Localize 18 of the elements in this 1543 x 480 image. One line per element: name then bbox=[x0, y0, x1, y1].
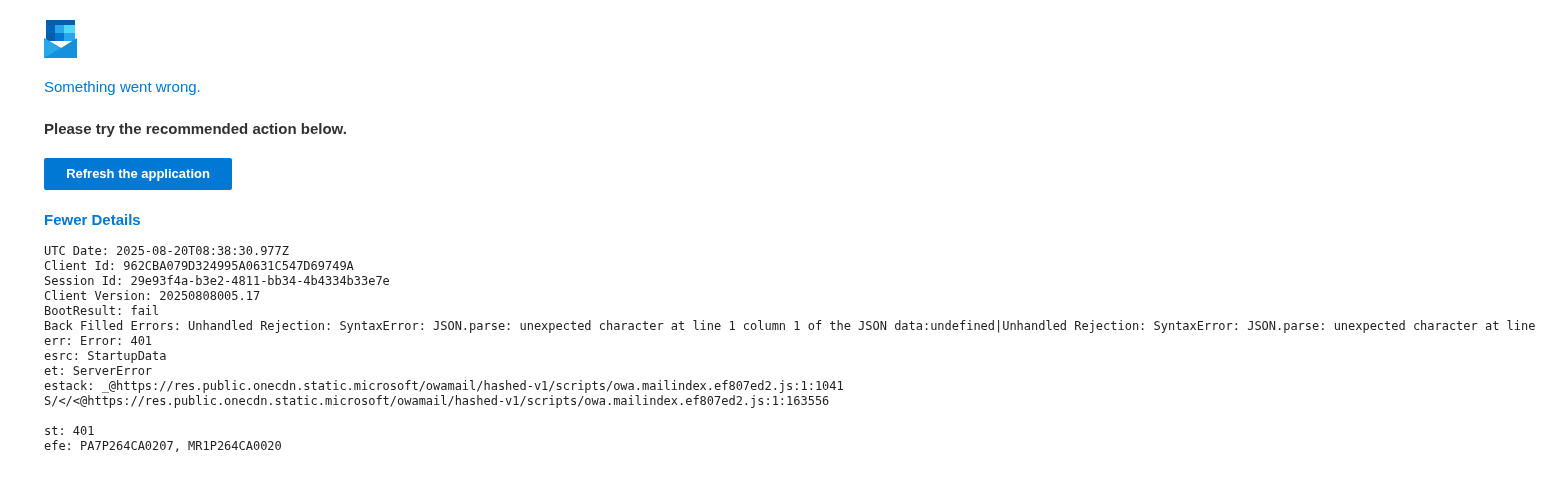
detail-line: esrc: StartupData bbox=[44, 349, 167, 364]
detail-line: st: 401 bbox=[44, 424, 95, 439]
detail-line: Back Filled Errors: Unhandled Rejection: SyntaxError: JSON.parse: unexpected character at line 1 column 1 of the JSON data:undefined|Unhandled Rejection: SyntaxError: JSON.parse: unexpected character at line bbox=[44, 319, 1536, 334]
detail-line: Client Version: 20250808005.17 bbox=[44, 289, 261, 304]
detail-line: err: Error: 401 bbox=[44, 334, 153, 349]
detail-line: Session Id: 29e93f4a-b3e2-4811-bb34-4b4334b33e7e bbox=[44, 274, 390, 289]
instruction-text: Please try the recommended action below. bbox=[44, 119, 348, 139]
detail-line: et: ServerError bbox=[44, 364, 153, 379]
detail-line: estack: _@https://res.public.onecdn.static.microsoft/owamail/hashed-v1/scripts/owa.mailindex.ef807ed2.js:1:1041 bbox=[44, 379, 844, 394]
refresh-button[interactable]: Refresh the application bbox=[44, 158, 232, 190]
detail-line: efe: PA7P264CA0207, MR1P264CA0020 bbox=[44, 439, 282, 454]
detail-line: BootResult: fail bbox=[44, 304, 160, 319]
error-title: Something went wrong. bbox=[44, 77, 202, 97]
detail-line: Client Id: 962CBA079D324995A0631C547D69749A bbox=[44, 259, 354, 274]
detail-line: S/</<@https://res.public.onecdn.static.microsoft/owamail/hashed-v1/scripts/owa.mailindex.ef807ed2.js:1:163556 bbox=[44, 394, 830, 409]
fewer-details-link[interactable]: Fewer Details bbox=[44, 210, 141, 230]
envelope-logo-icon bbox=[44, 20, 77, 58]
detail-line: UTC Date: 2025-08-20T08:38:30.977Z bbox=[44, 244, 289, 259]
